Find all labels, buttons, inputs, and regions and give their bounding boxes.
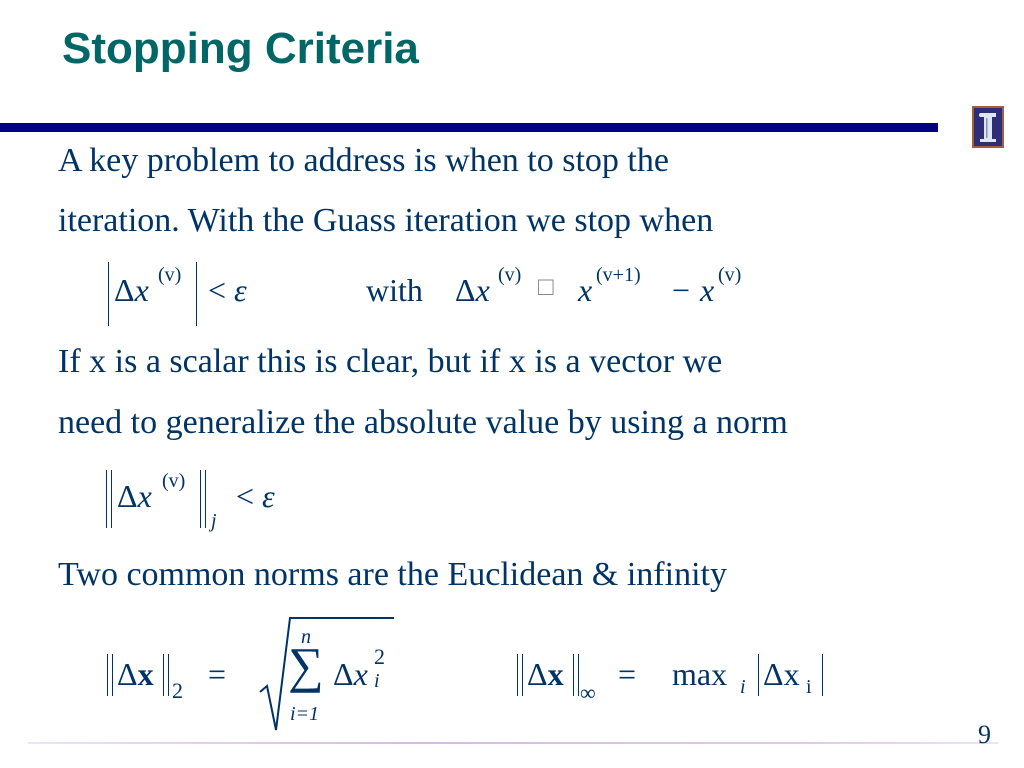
epsilon: ε <box>262 478 275 514</box>
norm-bar <box>205 470 206 528</box>
superscript-v: (v) <box>158 264 182 286</box>
delta-symbol: Δ <box>455 272 476 308</box>
norm-bar <box>163 654 164 696</box>
body-line-3: If x is a scalar this is clear, but if x… <box>58 343 723 380</box>
minus: − <box>672 272 691 308</box>
page-number: 9 <box>978 720 991 749</box>
footer-divider <box>28 742 998 744</box>
var-x: x <box>475 272 490 308</box>
less-than: < <box>208 272 227 308</box>
with-label: with <box>366 272 423 308</box>
less-than: < <box>236 478 255 514</box>
sum-lower-i-equals-1: i=1 <box>290 703 320 725</box>
var-x: x <box>134 272 149 308</box>
body-line-1: A key problem to address is when to stop… <box>58 142 669 179</box>
abs-bar-left <box>758 654 759 696</box>
equals: = <box>618 656 637 692</box>
university-logo-icon <box>972 106 1004 148</box>
sigma-icon: ∑ <box>288 637 324 693</box>
var-x: x <box>578 272 593 308</box>
abs-bar-right <box>822 654 823 696</box>
subscript-infinity: ∞ <box>580 680 596 705</box>
slide-title: Stopping Criteria <box>62 24 419 73</box>
title-divider <box>0 123 938 132</box>
var-x: x <box>783 656 800 692</box>
body-line-4: need to generalize the absolute value by… <box>58 404 788 441</box>
var-x: x <box>353 656 368 692</box>
body-line-2: iteration. With the Guass iteration we s… <box>58 202 714 239</box>
superscript-v: (v) <box>162 470 186 492</box>
subscript-i: i <box>740 676 746 698</box>
subscript-i: i <box>374 670 380 692</box>
superscript-v-plus-1: (v+1) <box>596 264 641 286</box>
norm-bar <box>522 654 523 696</box>
epsilon: ε <box>234 272 247 308</box>
equals: = <box>208 656 227 692</box>
vector-x: x <box>137 656 154 692</box>
delta-symbol: Δ <box>117 656 138 692</box>
norm-bar <box>517 654 518 696</box>
delta-symbol: Δ <box>763 656 784 692</box>
norm-bar <box>106 470 107 528</box>
norm-bar <box>200 470 201 528</box>
body-line-5: Two common norms are the Euclidean & inf… <box>58 556 727 593</box>
superscript-v: (v) <box>498 264 522 286</box>
norm-bar <box>107 654 108 696</box>
norm-bar <box>112 654 113 696</box>
superscript-2: 2 <box>374 644 385 669</box>
delta-symbol: Δ <box>527 656 548 692</box>
superscript-v: (v) <box>718 264 742 286</box>
missing-glyph-box: □ <box>538 272 554 301</box>
norm-bar <box>168 654 169 696</box>
norm-bar <box>573 654 574 696</box>
var-x: x <box>137 478 152 514</box>
subscript-i: i <box>806 676 812 698</box>
subscript-2: 2 <box>172 678 183 703</box>
delta-symbol: Δ <box>114 272 135 308</box>
abs-bar-left <box>108 262 109 326</box>
vector-x: x <box>547 656 564 692</box>
abs-bar-right <box>196 262 197 326</box>
delta-symbol: Δ <box>117 478 138 514</box>
slide: Stopping Criteria A key problem to addre… <box>0 0 1024 768</box>
delta-symbol: Δ <box>333 656 354 692</box>
max-operator: max <box>672 656 728 692</box>
norm-bar <box>578 654 579 696</box>
subscript-j: j <box>211 510 217 532</box>
norm-bar <box>111 470 112 528</box>
var-x: x <box>700 272 715 308</box>
